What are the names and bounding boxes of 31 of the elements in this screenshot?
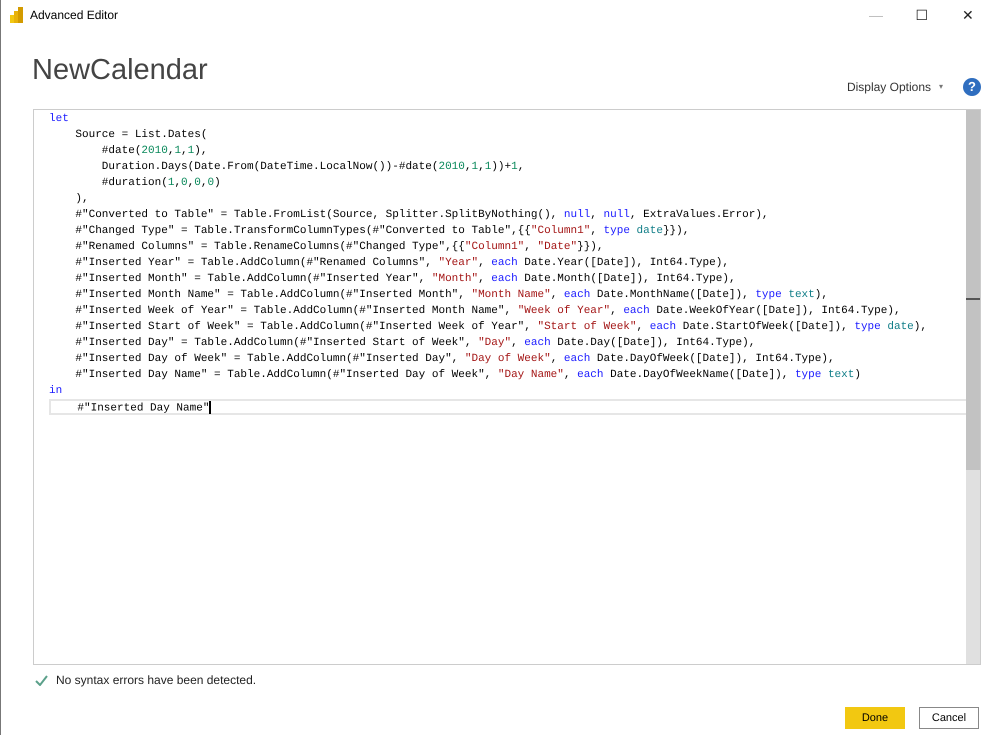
code-line: Source = List.Dates(	[74, 128, 208, 143]
code-line: #"Inserted Day Name"	[49, 399, 966, 415]
code-editor[interactable]	[33, 109, 981, 665]
code-line: #"Inserted Day" = Table.AddColumn(#"Inserted Start of Week", "Day", each Date.Day([Date]), Int64.Type),	[74, 336, 756, 351]
code-line: #"Inserted Day of Week" = Table.AddColumn(#"Inserted Day", "Day of Week", each Date.DayOfWeek([Date]), Int64.Type),	[74, 352, 836, 367]
vertical-scrollbar[interactable]	[966, 110, 980, 664]
code-line: Duration.Days(Date.From(DateTime.LocalNow())-#date(2010,1,1))+1,	[100, 160, 526, 175]
help-icon[interactable]: ?	[963, 78, 981, 96]
window-title: Advanced Editor	[30, 7, 118, 24]
code-line: #duration(1,0,0,0)	[100, 176, 222, 191]
app-logo-icon	[10, 7, 23, 23]
query-title: NewCalendar	[32, 53, 208, 88]
code-line: #"Inserted Year" = Table.AddColumn(#"Renamed Columns", "Year", each Date.Year([Date]), Int64.Type),	[74, 256, 730, 271]
code-line: ),	[74, 192, 90, 207]
status-message: No syntax errors have been detected.	[56, 672, 256, 689]
code-line: #date(2010,1,1),	[100, 144, 208, 159]
done-button[interactable]: Done	[845, 707, 905, 729]
maximize-button[interactable]: ☐	[899, 0, 945, 30]
code-line: #"Converted to Table" = Table.FromList(Source, Splitter.SplitByNothing(), null, null, ExtraValues.Error),	[74, 208, 770, 223]
code-line: #"Inserted Start of Week" = Table.AddColumn(#"Inserted Week of Year", "Start of Week", each Date.StartOfWeek([Date]), type date),	[74, 320, 928, 335]
display-options-dropdown[interactable]: Display Options ▾	[846, 78, 943, 96]
code-line: #"Inserted Month Name" = Table.AddColumn(#"Inserted Month", "Month Name", each Date.MonthName([Date]), type text),	[74, 288, 829, 303]
code-line: #"Inserted Week of Year" = Table.AddColumn(#"Inserted Month Name", "Week of Year", each Date.WeekOfYear([Date]), Int64.Type),	[74, 304, 902, 319]
code-line: in	[49, 384, 64, 399]
close-button[interactable]: ✕	[945, 0, 991, 30]
code-line: let	[49, 112, 70, 127]
cancel-button[interactable]: Cancel	[919, 707, 979, 729]
code-line: #"Inserted Day Name" = Table.AddColumn(#"Inserted Day of Week", "Day Name", each Date.DayOfWeekName([Date]), type text)	[74, 368, 862, 383]
code-line: #"Changed Type" = Table.TransformColumnTypes(#"Converted to Table",{{"Column1", type date}}),	[74, 224, 690, 239]
code-line: #"Renamed Columns" = Table.RenameColumns(#"Changed Type",{{"Column1", "Date"}}),	[74, 240, 605, 255]
code-line: #"Inserted Month" = Table.AddColumn(#"Inserted Year", "Month", each Date.Month([Date]), Int64.Type),	[74, 272, 737, 287]
